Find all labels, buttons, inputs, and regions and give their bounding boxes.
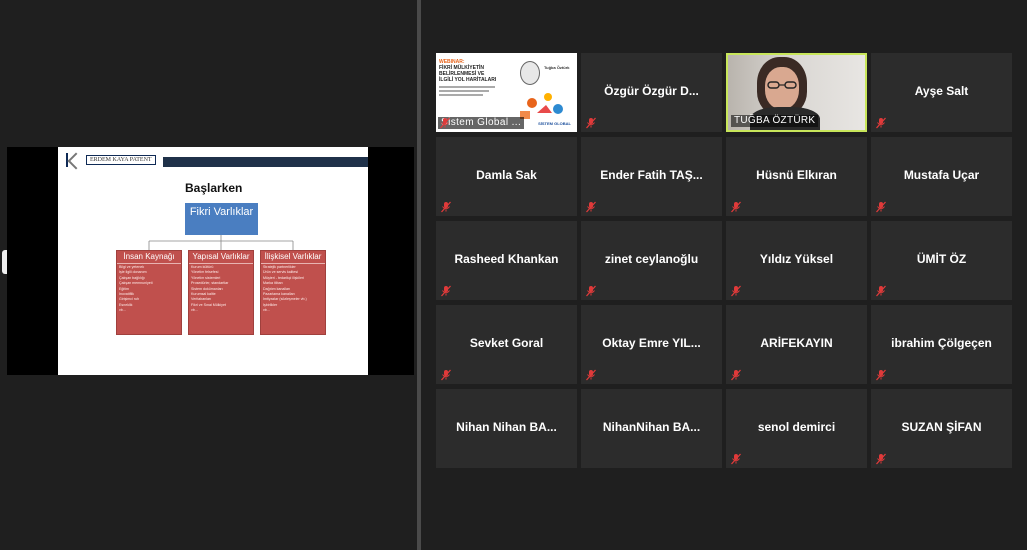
mic-off-icon — [439, 116, 451, 129]
participant-tile[interactable]: Özgür Özgür D... — [581, 53, 722, 132]
mic-off-icon — [440, 368, 452, 381]
mic-off-icon — [585, 116, 597, 129]
participant-tile[interactable]: SUZAN ŞİFAN — [871, 389, 1012, 468]
mic-off-icon — [730, 200, 742, 213]
participant-name: senol demirci — [757, 420, 836, 434]
branch-item: vb... — [119, 308, 126, 313]
participant-name: SUZAN ŞİFAN — [901, 420, 982, 434]
participant-name: ibrahim Çölgeçen — [891, 336, 992, 350]
participant-name: Mustafa Uçar — [903, 168, 980, 182]
participant-name: Oktay Emre YIL... — [602, 336, 701, 350]
presentation-slide: ERDEM KAYA PATENT Başlarken Fikri Varlık… — [58, 147, 368, 375]
participant-name: Hüsnü Elkıran — [756, 168, 837, 182]
participant-name: Ender Fatih TAŞ... — [600, 168, 703, 182]
participant-name: Rasheed Khankan — [454, 252, 559, 266]
participant-tile[interactable]: Yıldız Yüksel — [726, 221, 867, 300]
participant-tile[interactable]: Oktay Emre YIL... — [581, 305, 722, 384]
participant-name: Yıldız Yüksel — [759, 252, 834, 266]
participant-name: zinet ceylanoğlu — [604, 252, 699, 266]
participant-name: NihanNihan BA... — [602, 420, 701, 434]
poster-heading-line: İLGİLİ YOL HARİTALARI — [439, 77, 497, 83]
branch-item: vb... — [191, 308, 198, 313]
glasses-icon — [767, 81, 797, 89]
shared-screen-pane: ERDEM KAYA PATENT Başlarken Fikri Varlık… — [0, 0, 417, 550]
participants-gallery: WEBINAR: FİKRİ MÜLKİYETİN BELİRLENMESİ VE İ… — [421, 0, 1027, 550]
participant-tile[interactable]: TUĞBA ÖZTÜRK — [726, 53, 867, 132]
screen-share-view: ERDEM KAYA PATENT Başlarken Fikri Varlık… — [7, 147, 414, 375]
branch-item-list: Kurum kültürü Yönetim felsefesi Yönetim si… — [189, 264, 253, 315]
poster-text-line — [439, 90, 489, 92]
participant-name: TUĞBA ÖZTÜRK — [731, 115, 819, 127]
participant-name: Sevket Goral — [469, 336, 544, 350]
branch-title: İnsan Kaynağı — [117, 251, 181, 264]
participant-tile[interactable]: zinet ceylanoğlu — [581, 221, 722, 300]
participant-tile[interactable]: ARİFEKAYIN — [726, 305, 867, 384]
branch-yapisal-varliklar: Yapısal Varlıklar Kurum kültürü Yönetim f… — [188, 250, 254, 335]
mic-off-icon — [585, 284, 597, 297]
branch-title: İlişkisel Varlıklar — [261, 251, 325, 264]
mic-off-icon — [875, 116, 887, 129]
participant-tile[interactable]: NihanNihan BA... — [581, 389, 722, 468]
poster-speaker: Tuğba Öztürk — [544, 65, 570, 70]
participant-name: Özgür Özgür D... — [604, 84, 699, 98]
mic-off-icon — [585, 368, 597, 381]
participant-tile[interactable]: Sevket Goral — [436, 305, 577, 384]
branch-item-list: Stratejik partnerlikler Ürün ve servis ka… — [261, 264, 325, 315]
participant-tile[interactable]: Nihan Nihan BA... — [436, 389, 577, 468]
mic-off-icon — [875, 452, 887, 465]
participant-tile[interactable]: ibrahim Çölgeçen — [871, 305, 1012, 384]
participant-tile[interactable]: Ender Fatih TAŞ... — [581, 137, 722, 216]
participant-name: Nihan Nihan BA... — [456, 420, 557, 434]
participant-tile[interactable]: WEBINAR: FİKRİ MÜLKİYETİN BELİRLENMESİ VE İ… — [436, 53, 577, 132]
mic-off-icon — [440, 284, 452, 297]
mic-off-icon — [730, 452, 742, 465]
root-box-fikri-varliklar: Fikri Varlıklar — [185, 203, 258, 235]
branch-item: vb... — [263, 308, 270, 313]
participant-name: Damla Sak — [476, 168, 537, 182]
poster-text-line — [439, 94, 483, 96]
participant-tile[interactable]: Ayşe Salt — [871, 53, 1012, 132]
mic-off-icon — [730, 368, 742, 381]
poster-text-line — [439, 86, 495, 88]
mic-off-icon — [875, 200, 887, 213]
mic-off-icon — [875, 368, 887, 381]
participant-tile[interactable]: Mustafa Uçar — [871, 137, 1012, 216]
participant-tile[interactable]: senol demirci — [726, 389, 867, 468]
participant-tile[interactable]: Hüsnü Elkıran — [726, 137, 867, 216]
branch-title: Yapısal Varlıklar — [189, 251, 253, 264]
speaker-portrait-icon — [520, 61, 540, 85]
branch-iliskisel-varliklar: İlişkisel Varlıklar Stratejik partnerlik… — [260, 250, 326, 335]
branch-insan-kaynagi: İnsan Kaynağı Bilgi ve yetenek İşle ilgil… — [116, 250, 182, 335]
branch-item-list: Bilgi ve yetenek İşle ilgili donanım Çalış… — [117, 264, 181, 315]
participant-tile[interactable]: Damla Sak — [436, 137, 577, 216]
participant-tile[interactable]: ÜMİT ÖZ — [871, 221, 1012, 300]
participant-name: ARİFEKAYIN — [760, 336, 833, 350]
poster-brand: SİSTEM GLOBAL — [538, 121, 571, 126]
mic-off-icon — [440, 200, 452, 213]
mic-off-icon — [585, 200, 597, 213]
mic-off-icon — [875, 284, 887, 297]
participant-name: ÜMİT ÖZ — [916, 252, 967, 266]
participant-name: Ayşe Salt — [914, 84, 969, 98]
mic-off-icon — [730, 284, 742, 297]
participant-tile[interactable]: Rasheed Khankan — [436, 221, 577, 300]
